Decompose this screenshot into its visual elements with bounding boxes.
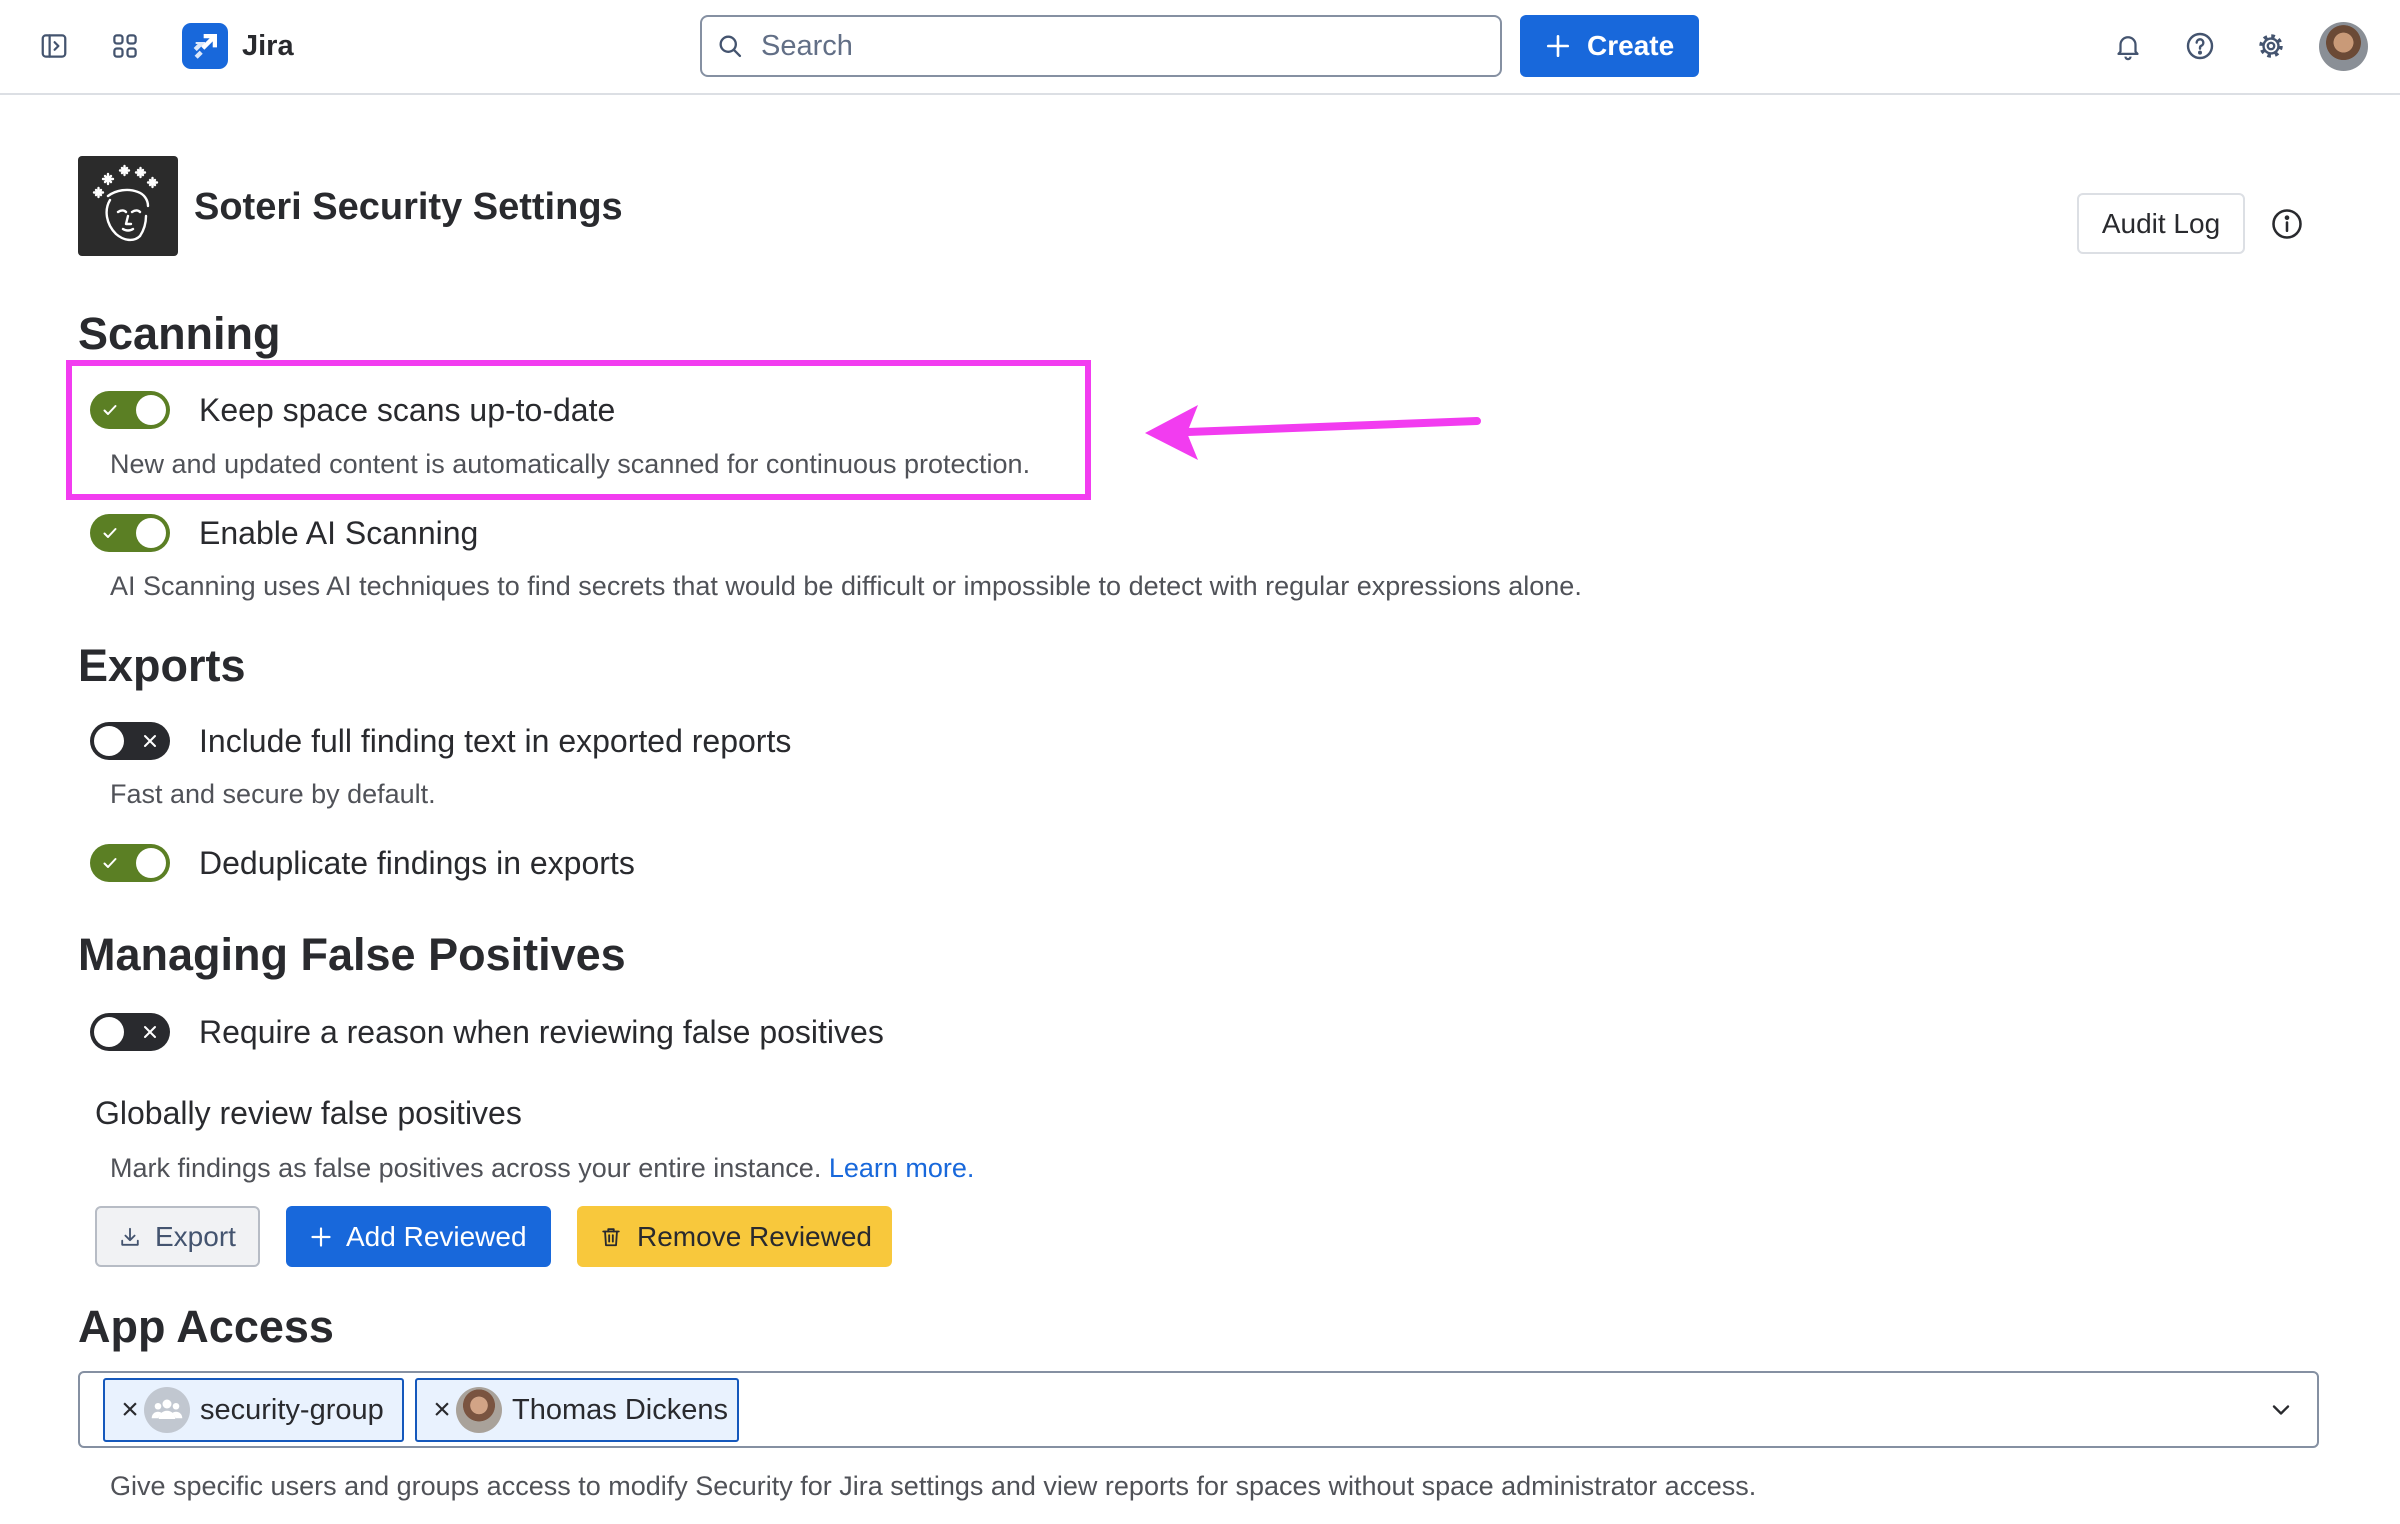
jira-logo[interactable] [182,23,228,69]
app-switcher-button[interactable] [106,27,144,65]
app-switcher-icon [113,34,137,58]
search-input[interactable] [761,17,1481,75]
check-icon [103,405,117,415]
plus-icon [311,1226,331,1247]
soteri-logo-icon [92,164,159,242]
toggle-deduplicate-findings[interactable] [90,844,170,882]
search-icon [719,35,742,58]
create-button[interactable]: Create [1520,15,1699,77]
setting-label-ai-scanning: Enable AI Scanning [199,515,479,551]
section-heading-false-positives: Managing False Positives [78,929,626,980]
setting-description-ai-scanning: AI Scanning uses AI techniques to find s… [110,571,1582,601]
sidebar-toggle-icon [41,34,67,58]
plus-icon [1546,34,1570,58]
add-reviewed-label: Add Reviewed [346,1220,527,1252]
toggle-knob [136,848,166,878]
audit-log-button[interactable]: Audit Log [2077,193,2245,254]
global-review-description-text: Mark findings as false positives across … [110,1153,822,1183]
jira-logo-icon [193,34,217,59]
create-button-label: Create [1587,30,1675,61]
section-heading-exports: Exports [78,640,246,691]
remove-tag-button[interactable]: × [431,1380,453,1440]
gear-icon [2259,34,2283,58]
group-icon [144,1387,190,1433]
close-icon [144,1026,156,1038]
user-avatar [456,1387,502,1433]
toggle-enable-ai-scanning[interactable] [90,514,170,552]
remove-tag-button[interactable]: × [119,1380,141,1440]
help-button[interactable] [2181,27,2219,65]
setting-label-require-reason: Require a reason when reviewing false po… [199,1014,884,1050]
app-access-description: Give specific users and groups access to… [110,1471,1757,1501]
setting-label-keep-scans: Keep space scans up-to-date [199,392,616,428]
selected-tag-security-group: × security-group [103,1378,404,1442]
setting-description-full-finding-text: Fast and secure by default. [110,779,436,809]
selected-tag-thomas-dickens: × Thomas Dickens [415,1378,739,1442]
settings-button[interactable] [2252,27,2290,65]
toggle-knob [136,518,166,548]
global-review-title: Globally review false positives [95,1095,522,1131]
page-title: Soteri Security Settings [194,186,623,228]
check-icon [103,858,117,868]
annotation-arrow [1145,405,1481,460]
chevron-down-icon[interactable] [2267,1396,2295,1424]
toggle-keep-scans-up-to-date[interactable] [90,391,170,429]
add-reviewed-button[interactable]: Add Reviewed [286,1206,551,1267]
section-heading-scanning: Scanning [78,308,281,359]
search-box[interactable] [700,15,1502,77]
export-button[interactable]: Export [95,1206,260,1267]
setting-label-full-finding-text: Include full finding text in exported re… [199,723,792,759]
tag-label: Thomas Dickens [512,1394,728,1426]
download-icon [121,1227,139,1246]
toggle-include-full-finding-text[interactable] [90,722,170,760]
setting-description-keep-scans: New and updated content is automatically… [110,449,1031,479]
learn-more-link[interactable]: Learn more. [829,1153,975,1183]
notifications-button[interactable] [2109,27,2147,65]
toggle-knob [94,1017,124,1047]
toggle-knob [94,726,124,756]
info-icon [2272,209,2302,239]
remove-reviewed-button[interactable]: Remove Reviewed [577,1206,892,1267]
toggle-knob [136,395,166,425]
app-access-picker[interactable]: × security-group × Thomas Dickens [78,1371,2319,1448]
setting-label-deduplicate: Deduplicate findings in exports [199,845,635,881]
trash-icon [602,1227,620,1246]
info-button[interactable] [2269,206,2305,242]
toggle-require-reason[interactable] [90,1013,170,1051]
sidebar-toggle-button[interactable] [35,27,73,65]
bell-icon [2117,36,2139,61]
export-button-label: Export [155,1220,236,1252]
section-heading-app-access: App Access [78,1301,334,1352]
remove-reviewed-label: Remove Reviewed [637,1220,872,1252]
app-name[interactable]: Jira [242,27,294,65]
profile-avatar[interactable] [2319,22,2368,71]
soteri-logo [78,156,178,256]
global-review-description: Mark findings as false positives across … [110,1152,974,1184]
help-icon [2186,32,2214,60]
close-icon [144,735,156,747]
tag-label: security-group [200,1394,384,1426]
check-icon [103,528,117,538]
top-navigation: Jira Create [0,0,2400,95]
